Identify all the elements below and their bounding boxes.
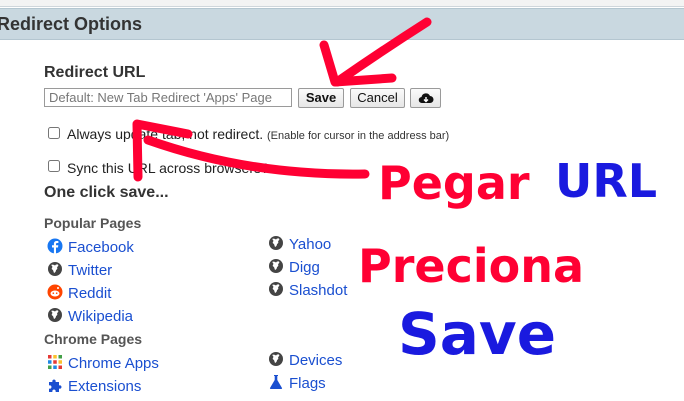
link-wikipedia[interactable]: Wikipedia xyxy=(47,307,133,325)
sync-url-label: Sync this URL across browsers? xyxy=(67,160,269,176)
link-slashdot[interactable]: Slashdot xyxy=(268,281,347,299)
globe-icon xyxy=(48,308,62,322)
link-twitter[interactable]: Twitter xyxy=(47,261,112,279)
globe-icon xyxy=(48,262,62,276)
link-flags[interactable]: Flags xyxy=(268,374,326,392)
link-twitter-label: Twitter xyxy=(68,262,113,279)
link-chrome-apps-label: Chrome Apps xyxy=(68,355,159,372)
one-click-title: One click save... xyxy=(44,184,169,201)
sync-url-checkbox[interactable] xyxy=(48,160,60,172)
link-devices[interactable]: Devices xyxy=(268,351,342,369)
section-title: Redirect Options xyxy=(0,14,143,34)
puzzle-icon xyxy=(49,379,62,392)
facebook-icon xyxy=(47,238,63,254)
redirect-url-input[interactable] xyxy=(44,88,292,107)
always-update-option: Always update tab, not redirect. (Enable… xyxy=(67,126,449,142)
always-update-checkbox[interactable] xyxy=(48,127,60,139)
link-facebook-label: Facebook xyxy=(68,239,134,256)
annotation-preciona: Preciona xyxy=(358,239,585,293)
always-update-label: Always update tab, not redirect. xyxy=(67,126,264,142)
link-yahoo[interactable]: Yahoo xyxy=(268,235,331,253)
apps-grid-icon xyxy=(48,355,62,369)
globe-icon xyxy=(269,282,283,296)
link-extensions[interactable]: Extensions xyxy=(47,377,141,395)
globe-icon xyxy=(269,352,283,366)
cancel-button[interactable]: Cancel xyxy=(350,88,405,108)
save-button[interactable]: Save xyxy=(298,88,344,108)
globe-icon xyxy=(269,236,283,250)
link-reddit-label: Reddit xyxy=(68,285,112,302)
redirect-url-label: Redirect URL xyxy=(44,64,146,81)
link-reddit[interactable]: Reddit xyxy=(47,284,111,302)
annotation-pegar: Pegar xyxy=(378,156,530,210)
link-facebook[interactable]: Facebook xyxy=(47,238,134,256)
annotation-save: Save xyxy=(398,300,557,368)
link-digg[interactable]: Digg xyxy=(268,258,320,276)
always-update-note: (Enable for cursor in the address bar) xyxy=(267,130,450,142)
popular-pages-title: Popular Pages xyxy=(44,215,142,231)
cloud-download-icon xyxy=(418,93,433,104)
link-chrome-apps[interactable]: Chrome Apps xyxy=(47,354,159,372)
link-yahoo-label: Yahoo xyxy=(289,236,332,253)
cloud-download-button[interactable] xyxy=(410,88,441,108)
reddit-icon xyxy=(47,284,63,300)
link-digg-label: Digg xyxy=(289,259,320,276)
annotation-url: URL xyxy=(555,154,658,208)
top-strip xyxy=(0,0,684,7)
link-slashdot-label: Slashdot xyxy=(289,282,348,299)
link-devices-label: Devices xyxy=(289,352,343,369)
link-extensions-label: Extensions xyxy=(68,378,142,395)
flask-icon xyxy=(269,375,283,389)
chrome-pages-title: Chrome Pages xyxy=(44,331,143,347)
link-wikipedia-label: Wikipedia xyxy=(68,308,134,325)
globe-icon xyxy=(269,259,283,273)
section-header: Redirect Options xyxy=(0,8,684,40)
link-flags-label: Flags xyxy=(289,375,326,392)
